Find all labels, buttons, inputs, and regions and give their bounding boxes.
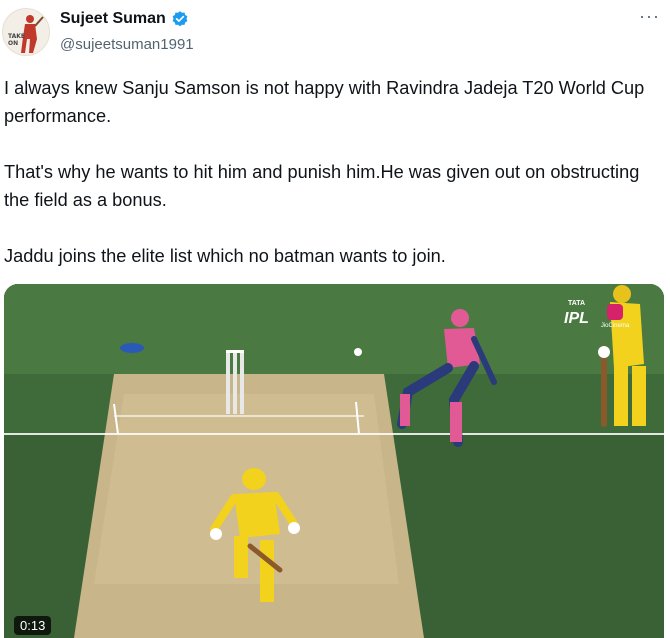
video-player[interactable] — [4, 284, 664, 638]
tweet-paragraph: That's why he wants to hit him and punis… — [4, 162, 640, 210]
tweet-paragraph: I always knew Sanju Samson is not happy … — [4, 78, 645, 126]
tweet-paragraph: Jaddu joins the elite list which no batm… — [4, 246, 446, 266]
author-handle[interactable]: @sujeetsuman1991 — [60, 36, 194, 53]
ipl-logo-text: IPL — [564, 310, 589, 327]
author-name-row: Sujeet Suman — [60, 10, 189, 28]
cricketer-avatar-icon — [21, 15, 44, 53]
video-timestamp: 0:13 — [14, 616, 52, 635]
verified-badge-icon — [172, 11, 188, 27]
avatar[interactable]: TAKE ON — [2, 8, 50, 56]
tweet-body: I always knew Sanju Samson is not happy … — [4, 74, 654, 270]
ipl-logo-tata: TATA — [568, 300, 586, 307]
jiocinema-label: JioCinema — [600, 323, 630, 329]
jiocinema-logo: JioCinema — [600, 304, 630, 329]
video-frame — [4, 284, 664, 638]
jiocinema-icon — [607, 304, 623, 320]
more-options-icon[interactable]: ··· — [639, 6, 660, 27]
author-display-name[interactable]: Sujeet Suman — [60, 10, 166, 28]
avatar-caption: TAKE ON — [8, 33, 26, 47]
